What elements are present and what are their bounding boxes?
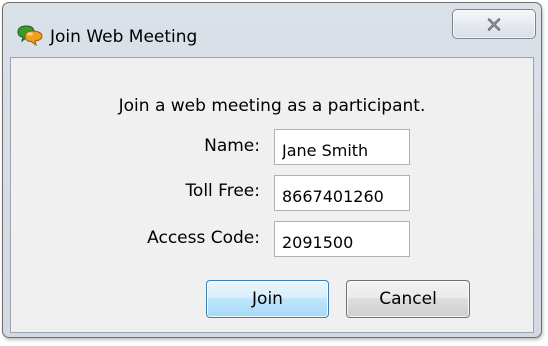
dialog-content: Join a web meeting as a participant. Nam… [10,57,534,333]
name-label: Name: [204,136,260,156]
close-icon [487,18,501,31]
chat-bubbles-icon [17,24,43,47]
title-bar[interactable]: Join Web Meeting [3,3,541,57]
join-meeting-dialog: Join Web Meeting Join a web meeting as a… [2,2,542,338]
cancel-button[interactable]: Cancel [346,280,470,318]
name-input[interactable] [274,129,410,165]
access-code-input[interactable] [274,221,410,257]
toll-free-label: Toll Free: [185,181,260,201]
window-title: Join Web Meeting [50,27,198,47]
instruction-text: Join a web meeting as a participant. [118,96,426,116]
access-code-label: Access Code: [147,228,260,248]
join-button[interactable]: Join [206,280,329,318]
close-button[interactable] [452,9,536,39]
toll-free-input[interactable] [274,175,410,211]
